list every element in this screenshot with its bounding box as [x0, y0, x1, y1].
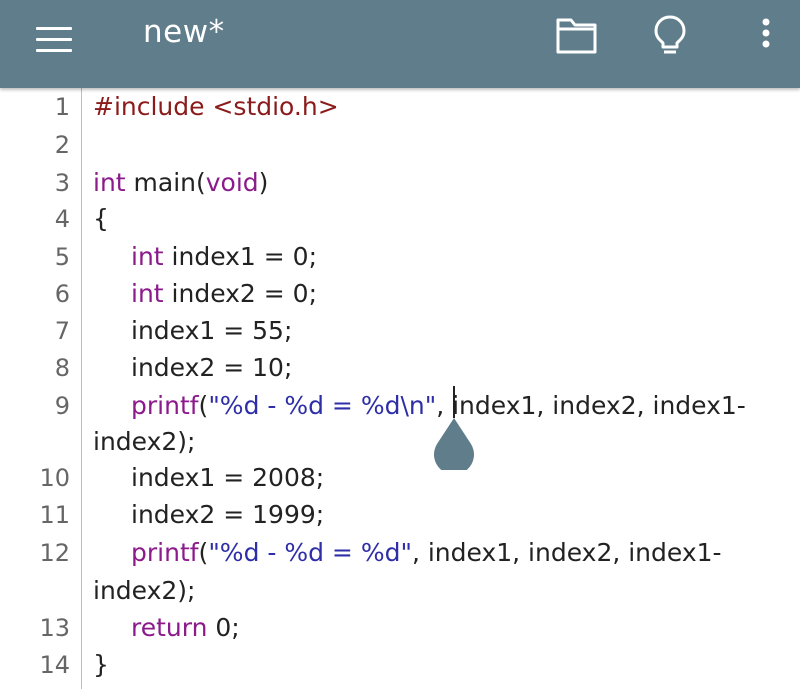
code-editor[interactable]: 1 2 3 4 5 6 7 8 9 10 11 12 13 14 #includ… [0, 88, 800, 689]
code-line: index2 = 1999; [131, 500, 325, 529]
line-number: 6 [54, 280, 70, 308]
code-line: index1 = 2008; [131, 463, 325, 492]
code-line: index2); [93, 427, 196, 456]
folder-icon [556, 18, 597, 54]
line-number: 12 [39, 539, 70, 567]
code-line: int index1 = 0; [131, 242, 318, 271]
line-number: 2 [54, 131, 70, 159]
code-line: printf("%d - %d = %d", index1, index2, i… [131, 538, 722, 567]
code-line: int main(void) [93, 168, 269, 197]
line-number: 1 [54, 93, 70, 121]
line-number: 5 [54, 243, 70, 271]
more-vert-icon [762, 18, 770, 48]
line-number: 3 [54, 169, 70, 197]
line-number: 11 [39, 501, 70, 529]
line-number: 13 [39, 614, 70, 642]
open-file-button[interactable] [552, 14, 600, 58]
line-number: 7 [54, 317, 70, 345]
code-line: printf("%d - %d = %d\n", index1, index2,… [131, 391, 746, 420]
code-line: index2); [93, 576, 196, 605]
suggestions-button[interactable] [646, 14, 694, 58]
text-cursor [453, 386, 455, 418]
line-number: 9 [54, 392, 70, 420]
line-number: 14 [39, 651, 70, 679]
code-line: return 0; [131, 613, 240, 642]
code-line: index1 = 55; [131, 316, 293, 345]
file-title: new* [143, 14, 225, 50]
line-number: 10 [39, 464, 70, 492]
lightbulb-icon [654, 15, 686, 54]
line-number: 4 [54, 205, 70, 233]
code-line: { [93, 204, 109, 233]
more-options-button[interactable] [742, 14, 790, 58]
code-line: #include <stdio.h> [93, 92, 339, 121]
code-line: } [93, 650, 109, 679]
app-bar: new* [0, 0, 800, 88]
code-line: index2 = 10; [131, 353, 293, 382]
code-line: int index2 = 0; [131, 279, 318, 308]
line-number: 8 [54, 354, 70, 382]
menu-button[interactable] [26, 18, 82, 68]
gutter-divider [81, 88, 82, 689]
cursor-handle-icon[interactable] [433, 418, 475, 470]
